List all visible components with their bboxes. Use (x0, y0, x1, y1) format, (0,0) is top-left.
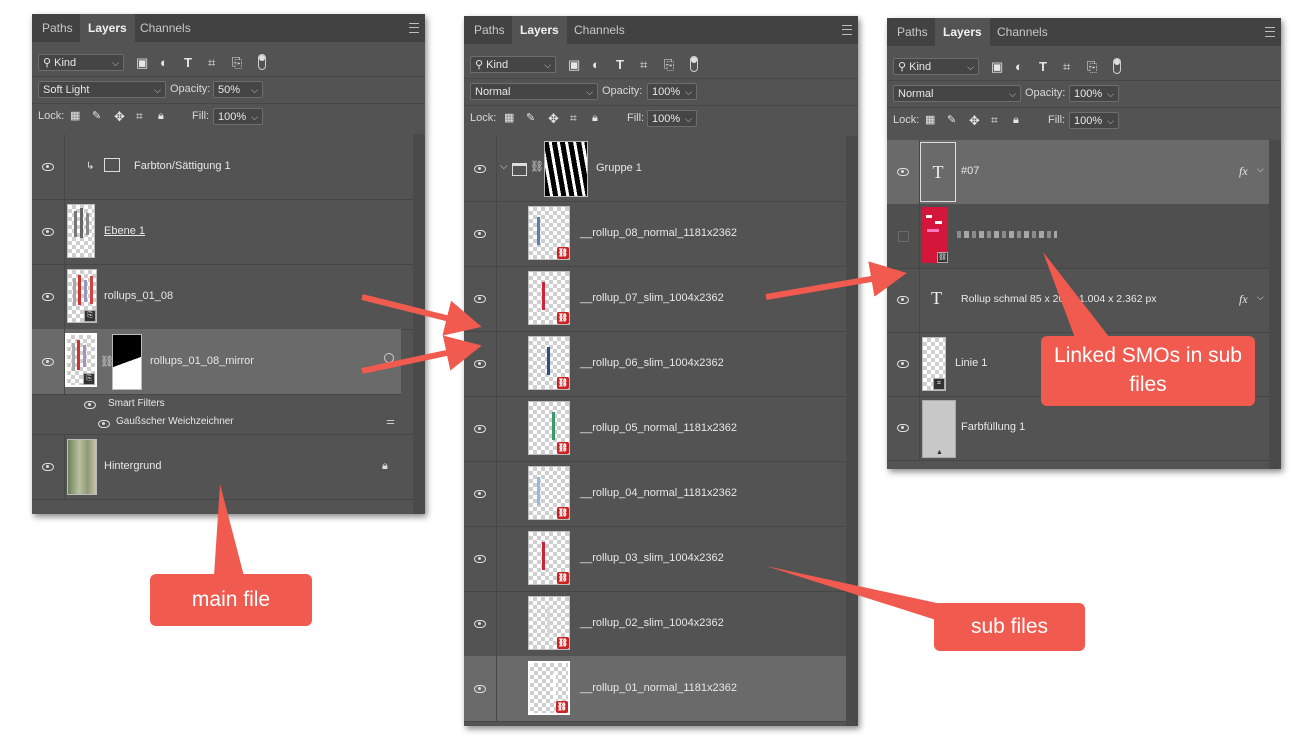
main-file-callout: main file (150, 574, 312, 626)
sub-files-callout-pointer (766, 566, 960, 626)
sub-files-callout: sub files (934, 603, 1085, 651)
arrow-to-sub-files (361, 294, 482, 336)
linked-smos-callout: Linked SMOs in sub files (1041, 336, 1255, 406)
smo-callout-pointer (1043, 252, 1110, 338)
linked-smos-callout-text: Linked SMOs in sub files (1054, 344, 1242, 396)
arrow-to-smo-panel (765, 261, 907, 300)
main-file-callout-pointer (214, 484, 244, 576)
arrow-to-sub-files (361, 335, 482, 374)
